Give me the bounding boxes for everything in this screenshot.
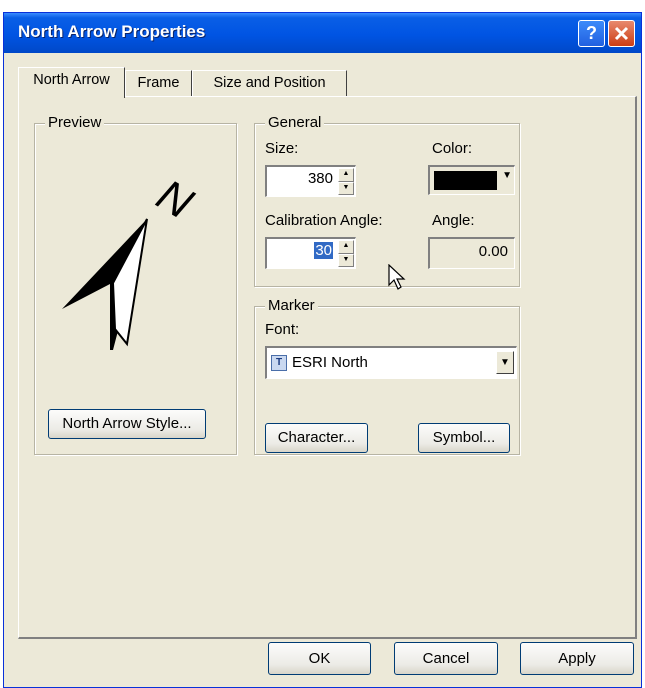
general-group: General Size: 380 ▲ ▼ Color: ▼ Calibrati…	[254, 114, 520, 287]
calibration-decrement-icon[interactable]: ▼	[338, 253, 354, 267]
close-icon	[614, 26, 629, 41]
color-label: Color:	[432, 140, 473, 157]
calibration-angle-value: 30	[314, 242, 333, 259]
color-swatch	[434, 171, 497, 190]
font-value: ESRI North	[292, 354, 368, 371]
tab-frame[interactable]: Frame	[125, 70, 192, 96]
title-bar[interactable]: North Arrow Properties ?	[4, 13, 641, 53]
calibration-increment-icon[interactable]: ▲	[338, 240, 354, 254]
chevron-down-icon: ▼	[502, 170, 512, 181]
font-label: Font:	[265, 321, 300, 338]
north-arrow-preview: N	[62, 170, 201, 350]
angle-value: 0.00	[478, 243, 508, 260]
size-value: 380	[307, 170, 333, 187]
size-increment-icon[interactable]: ▲	[338, 168, 354, 182]
tab-panel-north-arrow: Preview N North Arrow Style... General S…	[18, 96, 637, 639]
marker-group: Marker Font: T ESRI North ▼ Character...…	[254, 297, 520, 455]
truetype-font-icon: T	[271, 355, 287, 371]
mouse-cursor-icon	[388, 264, 406, 290]
character-button[interactable]: Character...	[265, 423, 368, 453]
close-button[interactable]	[608, 20, 635, 47]
symbol-button[interactable]: Symbol...	[418, 423, 510, 453]
north-arrow-style-button[interactable]: North Arrow Style...	[48, 409, 206, 439]
calibration-angle-stepper[interactable]: 30 ▲ ▼	[265, 237, 356, 269]
cancel-button[interactable]: Cancel	[394, 642, 498, 675]
north-glyph: N	[149, 170, 201, 228]
ok-button[interactable]: OK	[268, 642, 371, 675]
font-dropdown[interactable]: T ESRI North ▼	[265, 346, 517, 379]
tab-north-arrow[interactable]: North Arrow	[18, 67, 125, 98]
tab-size-and-position[interactable]: Size and Position	[192, 70, 347, 96]
apply-button[interactable]: Apply	[520, 642, 634, 675]
size-stepper[interactable]: 380 ▲ ▼	[265, 165, 356, 197]
size-label: Size:	[265, 140, 299, 157]
marker-group-label: Marker	[265, 297, 318, 315]
size-decrement-icon[interactable]: ▼	[338, 181, 354, 195]
dialog-window: North Arrow Properties ? North Arrow Fra…	[3, 12, 642, 688]
calibration-angle-label: Calibration Angle:	[265, 212, 383, 229]
angle-field: 0.00	[428, 237, 515, 269]
help-button[interactable]: ?	[578, 20, 605, 47]
angle-label: Angle:	[432, 212, 475, 229]
color-picker[interactable]: ▼	[428, 165, 515, 195]
general-group-label: General	[265, 114, 325, 132]
preview-group: Preview N North Arrow Style...	[34, 114, 237, 455]
chevron-down-icon[interactable]: ▼	[496, 351, 514, 374]
window-title: North Arrow Properties	[18, 22, 206, 41]
